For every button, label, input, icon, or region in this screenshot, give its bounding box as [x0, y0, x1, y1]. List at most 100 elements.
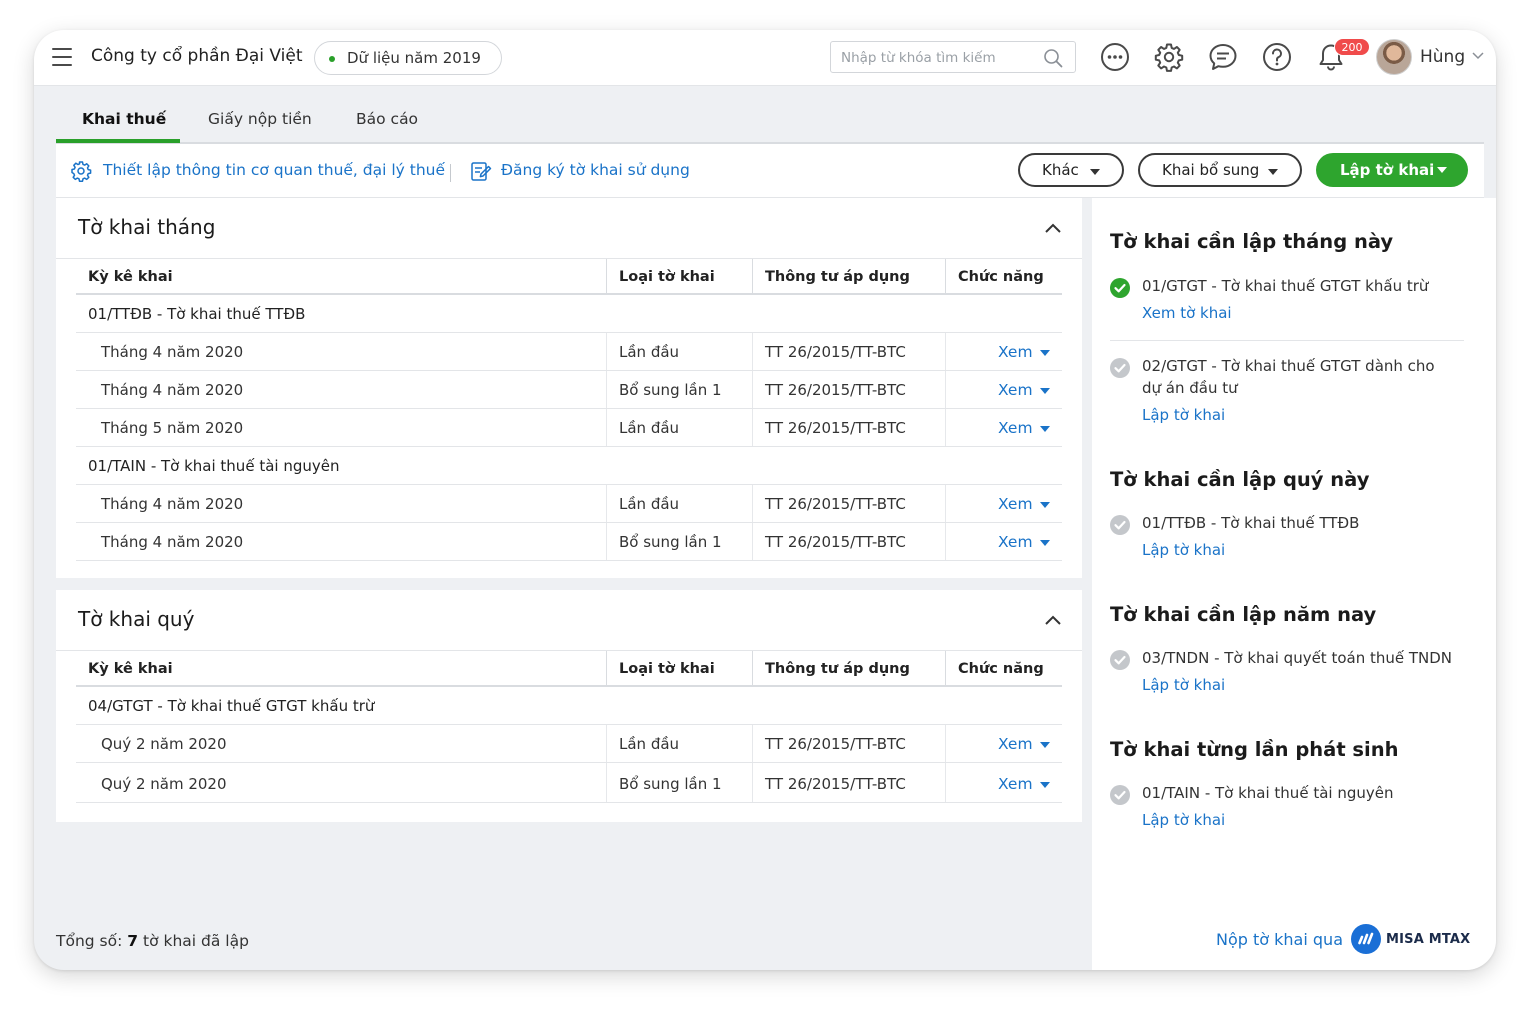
cell-separator — [606, 371, 607, 408]
check-circle-icon — [1110, 650, 1130, 670]
create-declaration-link[interactable]: Lập tờ khai — [1142, 541, 1225, 559]
search-input[interactable] — [841, 48, 1036, 68]
create-declaration-link[interactable]: Lập tờ khai — [1142, 406, 1225, 424]
create-declaration-link[interactable]: Lập tờ khai — [1142, 811, 1225, 829]
view-link[interactable]: Xem — [998, 533, 1033, 551]
cell-separator — [945, 409, 946, 446]
caret-down-icon[interactable] — [1040, 388, 1050, 394]
total-count: 7 — [127, 932, 139, 950]
col-separator — [945, 259, 946, 295]
top-bar: Công ty cổ phần Đại Việt Dữ liệu năm 201… — [34, 30, 1496, 86]
search-icon[interactable] — [1043, 48, 1063, 68]
view-link[interactable]: Xem — [998, 381, 1033, 399]
caret-down-icon[interactable] — [1040, 350, 1050, 356]
view-link[interactable]: Xem — [998, 343, 1033, 361]
create-declaration-button[interactable]: Lập tờ khai — [1316, 153, 1468, 187]
caret-down-icon[interactable] — [1040, 742, 1050, 748]
check-circle-icon — [1110, 358, 1130, 378]
caret-down-icon[interactable] — [1040, 426, 1050, 432]
cell-type: Lần đầu — [619, 495, 680, 513]
user-name[interactable]: Hùng — [1420, 47, 1465, 67]
cell-separator — [945, 333, 946, 370]
gear-icon[interactable] — [1154, 42, 1184, 72]
create-declaration-link[interactable]: Lập tờ khai — [1142, 676, 1225, 694]
avatar[interactable] — [1376, 39, 1412, 75]
table-header: Kỳ kê khai Loại tờ khai Thông tư áp dụng… — [76, 259, 1062, 295]
group-row: 04/GTGT - Tờ khai thuế GTGT khấu trừ — [76, 687, 1062, 725]
group-name: 01/TAIN - Tờ khai thuế tài nguyên — [88, 457, 340, 475]
tab-khai-thue[interactable]: Khai thuế — [82, 110, 166, 128]
menu-icon[interactable] — [52, 48, 72, 66]
table-header: Kỳ kê khai Loại tờ khai Thông tư áp dụng… — [76, 651, 1062, 687]
submit-via-link[interactable]: Nộp tờ khai qua — [1216, 930, 1343, 949]
company-name: Công ty cổ phần Đại Việt — [91, 46, 303, 66]
cell-separator — [752, 763, 753, 802]
cell-circular: TT 26/2015/TT-BTC — [765, 735, 906, 753]
notification-badge: 200 — [1334, 38, 1370, 56]
brand-name: MISA MTAX — [1386, 932, 1471, 947]
chat-icon[interactable] — [1208, 42, 1238, 72]
cell-circular: TT 26/2015/TT-BTC — [765, 343, 906, 361]
cell-type: Bổ sung lần 1 — [619, 381, 722, 399]
caret-down-icon[interactable] — [1040, 502, 1050, 508]
caret-down-icon — [1268, 169, 1278, 175]
check-circle-icon — [1110, 515, 1130, 535]
register-declaration-link[interactable]: Đăng ký tờ khai sử dụng — [501, 161, 690, 179]
action-toolbar: Thiết lập thông tin cơ quan thuế, đại lý… — [56, 144, 1484, 198]
view-link[interactable]: Xem — [998, 495, 1033, 513]
status-dot-icon — [329, 56, 335, 62]
tab-giay-nop-tien[interactable]: Giấy nộp tiền — [208, 110, 312, 128]
cell-separator — [752, 333, 753, 370]
chevron-up-icon[interactable] — [1044, 614, 1062, 626]
cell-separator — [606, 409, 607, 446]
view-declaration-link[interactable]: Xem tờ khai — [1142, 304, 1232, 322]
col-actions: Chức năng — [958, 269, 1044, 285]
cell-period: Tháng 4 năm 2020 — [101, 343, 244, 361]
cell-separator — [752, 523, 753, 560]
edit-doc-icon[interactable] — [470, 160, 492, 182]
supplement-button[interactable]: Khai bổ sung — [1138, 153, 1302, 187]
group-name: 04/GTGT - Tờ khai thuế GTGT khấu trừ — [88, 697, 375, 715]
check-circle-icon — [1110, 278, 1130, 298]
section-title-month: Tờ khai cần lập tháng này — [1110, 230, 1394, 253]
create-button-label: Lập tờ khai — [1340, 161, 1435, 179]
col-separator — [752, 651, 753, 687]
table-row[interactable]: Quý 2 năm 2020 Lần đầu TT 26/2015/TT-BTC… — [76, 725, 1062, 763]
table-row[interactable]: Tháng 4 năm 2020 Bổ sung lần 1 TT 26/201… — [76, 371, 1062, 409]
declaration-item-label: 03/TNDN - Tờ khai quyết toán thuế TNDN — [1142, 649, 1453, 667]
section-title-each-time: Tờ khai từng lần phát sinh — [1110, 738, 1399, 761]
cell-circular: TT 26/2015/TT-BTC — [765, 419, 906, 437]
table-row[interactable]: Tháng 4 năm 2020 Lần đầu TT 26/2015/TT-B… — [76, 333, 1062, 371]
col-actions: Chức năng — [958, 661, 1044, 677]
view-link[interactable]: Xem — [998, 775, 1033, 793]
col-type: Loại tờ khai — [619, 661, 715, 677]
data-year-selector[interactable]: Dữ liệu năm 2019 — [314, 41, 502, 75]
cell-type: Lần đầu — [619, 735, 680, 753]
view-link[interactable]: Xem — [998, 419, 1033, 437]
settings-link-icon[interactable] — [70, 160, 92, 182]
more-icon[interactable] — [1100, 42, 1130, 72]
table-row[interactable]: Quý 2 năm 2020 Bổ sung lần 1 TT 26/2015/… — [76, 763, 1062, 803]
chevron-down-icon[interactable] — [1472, 52, 1484, 60]
table-row[interactable]: Tháng 4 năm 2020 Lần đầu TT 26/2015/TT-B… — [76, 485, 1062, 523]
required-declarations-sidebar: Tờ khai cần lập tháng này 01/GTGT - Tờ k… — [1092, 198, 1496, 970]
group-row: 01/TTĐB - Tờ khai thuế TTĐB — [76, 295, 1062, 333]
view-link[interactable]: Xem — [998, 735, 1033, 753]
chevron-up-icon[interactable] — [1044, 222, 1062, 234]
setup-tax-agency-link[interactable]: Thiết lập thông tin cơ quan thuế, đại lý… — [103, 161, 445, 179]
other-button[interactable]: Khác — [1018, 153, 1124, 187]
check-circle-icon — [1110, 785, 1130, 805]
table-row[interactable]: Tháng 4 năm 2020 Bổ sung lần 1 TT 26/201… — [76, 523, 1062, 561]
cell-type: Bổ sung lần 1 — [619, 775, 722, 793]
main-tabs: Khai thuế Giấy nộp tiền Báo cáo — [56, 102, 1484, 144]
help-icon[interactable] — [1262, 42, 1292, 72]
caret-down-icon[interactable] — [1040, 540, 1050, 546]
declaration-item-label: 01/GTGT - Tờ khai thuế GTGT khấu trừ — [1142, 277, 1429, 295]
group-row: 01/TAIN - Tờ khai thuế tài nguyên — [76, 447, 1062, 485]
caret-down-icon[interactable] — [1040, 782, 1050, 788]
cell-separator — [606, 485, 607, 522]
misa-logo-icon[interactable] — [1351, 924, 1381, 954]
tab-bao-cao[interactable]: Báo cáo — [356, 110, 418, 128]
table-row[interactable]: Tháng 5 năm 2020 Lần đầu TT 26/2015/TT-B… — [76, 409, 1062, 447]
cell-separator — [945, 485, 946, 522]
